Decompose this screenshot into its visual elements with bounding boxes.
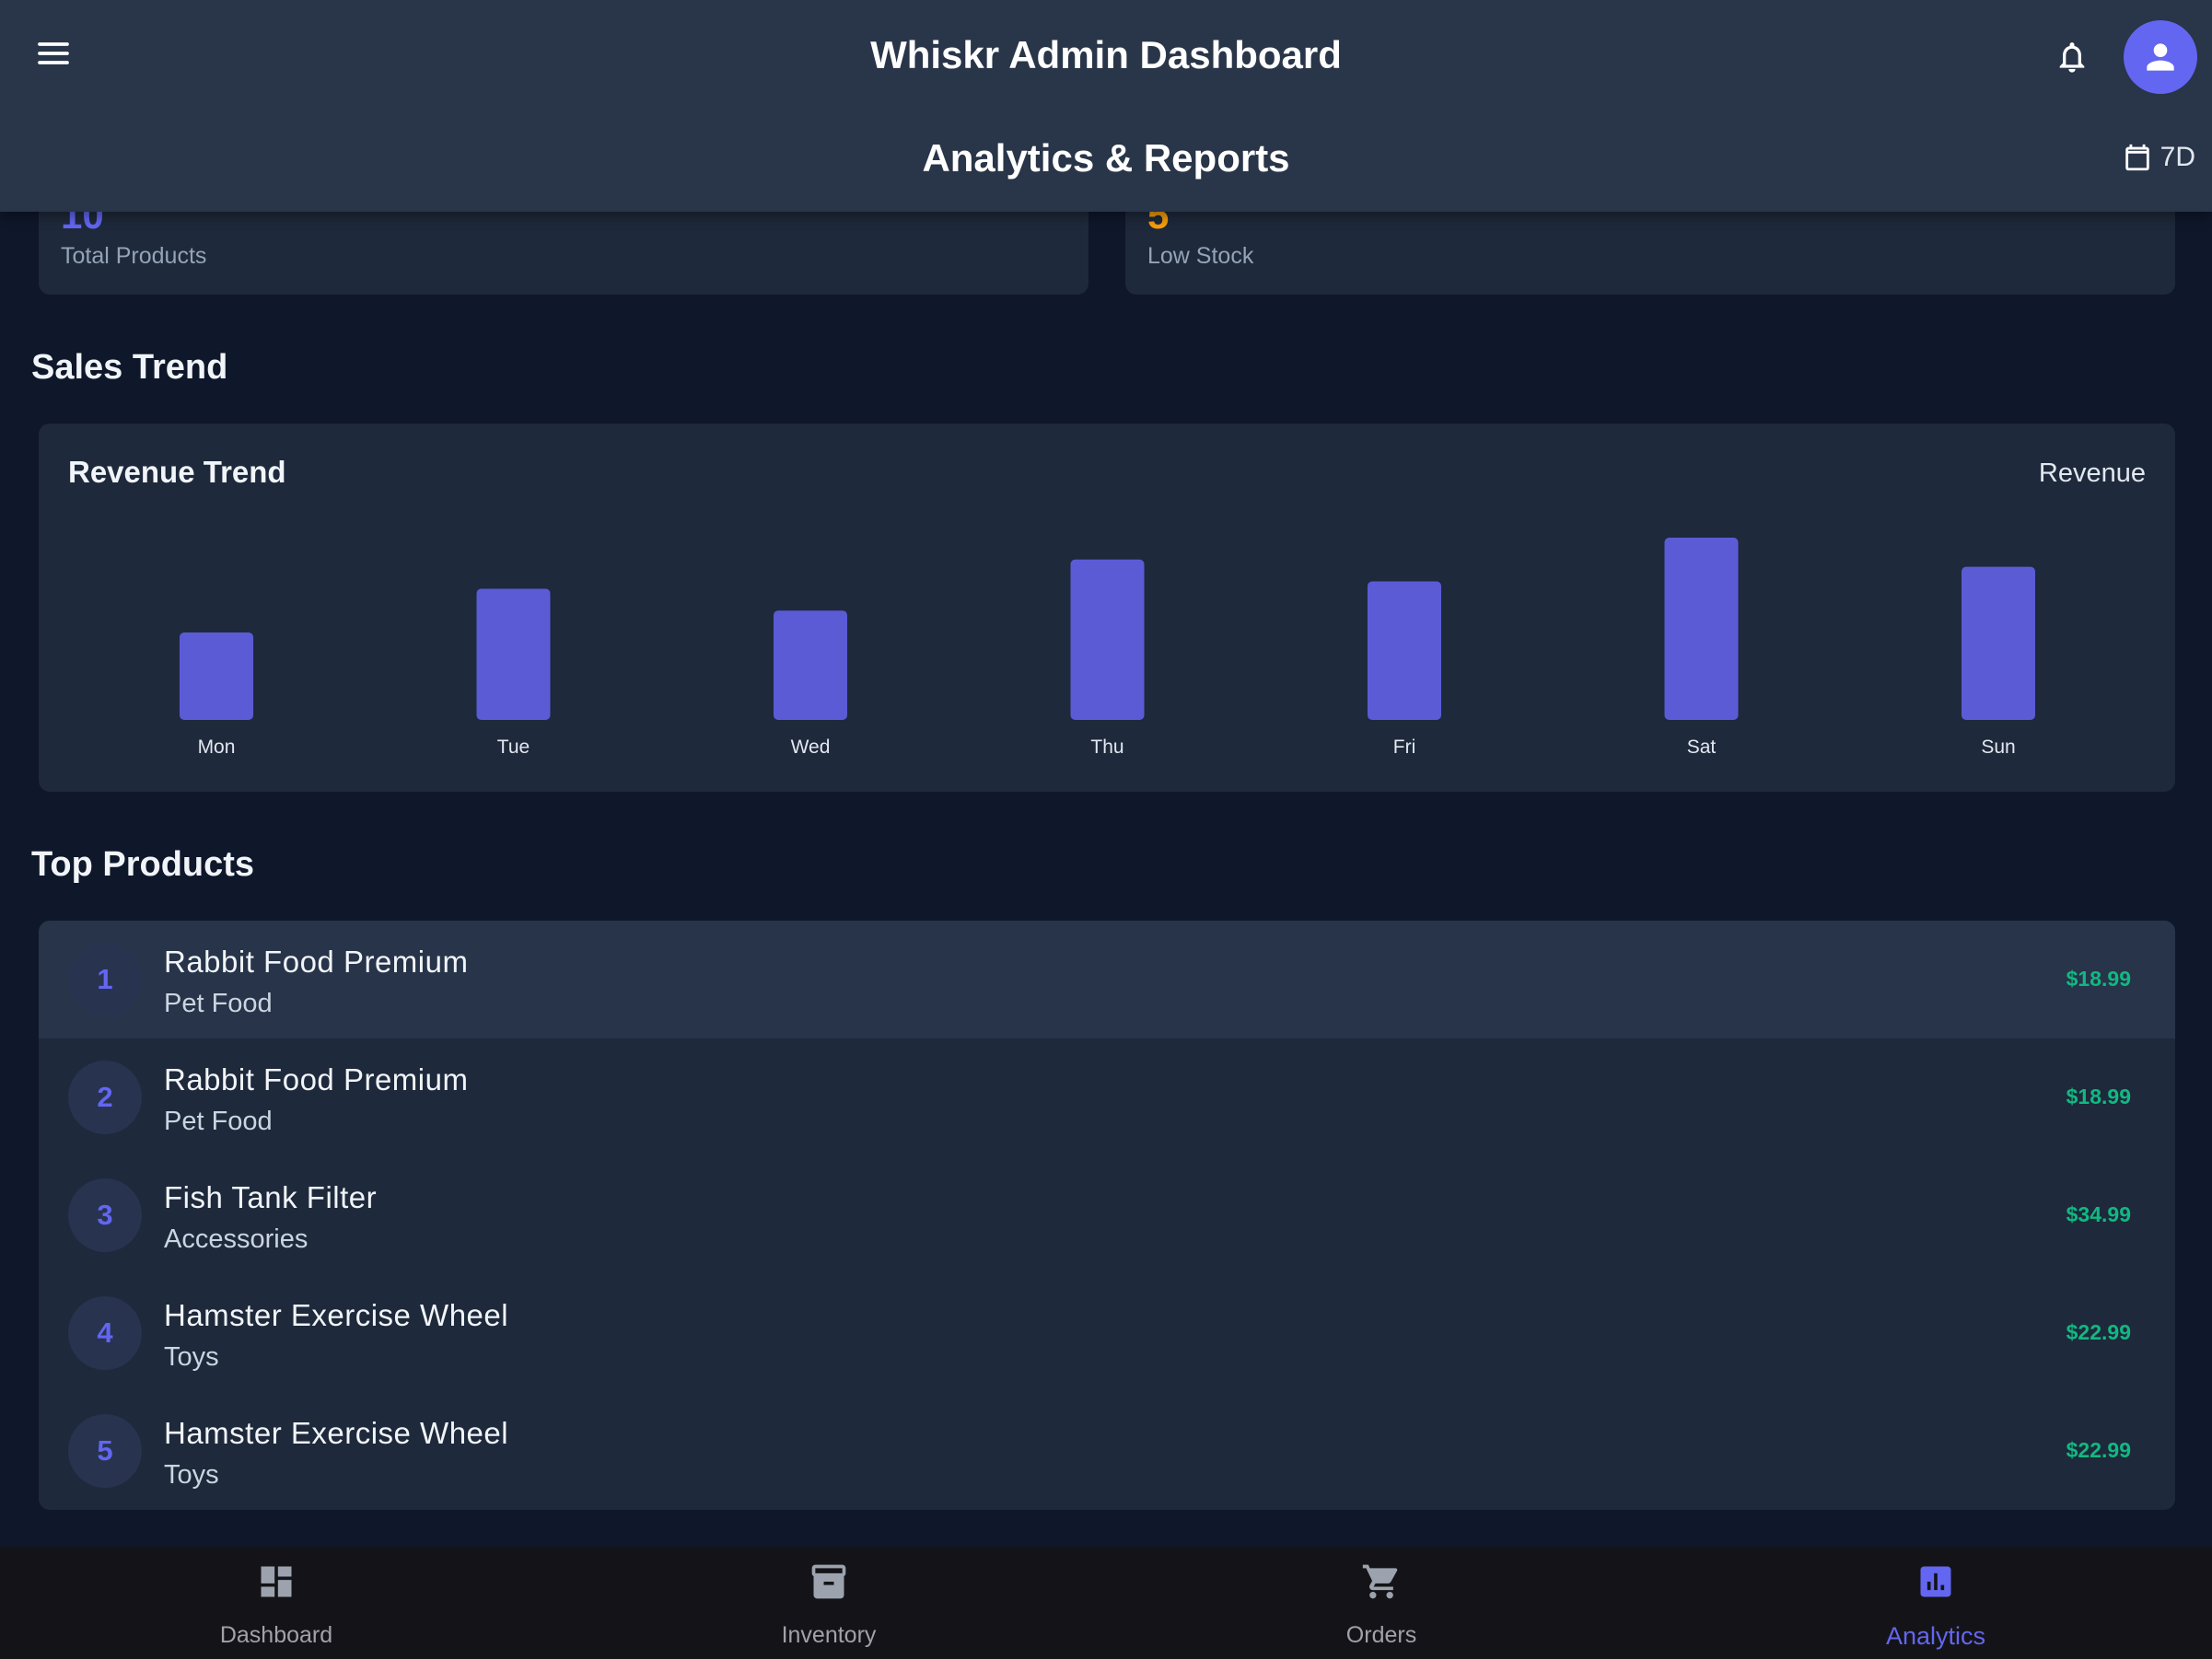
notifications-button[interactable] bbox=[2044, 29, 2100, 85]
stat-label: Total Products bbox=[61, 243, 207, 269]
list-item[interactable]: 2 Rabbit Food Premium Pet Food $18.99 bbox=[39, 1038, 2175, 1156]
app-bar: Whiskr Admin Dashboard Analytics & Repor… bbox=[0, 0, 2212, 212]
dashboard-icon bbox=[261, 1566, 292, 1597]
date-range-button[interactable]: 7D bbox=[2122, 142, 2195, 173]
x-tick-label: Fri bbox=[1393, 737, 1416, 758]
product-category: Pet Food bbox=[164, 989, 273, 1018]
nav-item-analytics[interactable]: Analytics bbox=[1659, 1547, 2212, 1659]
list-item[interactable]: 1 Rabbit Food Premium Pet Food $18.99 bbox=[39, 921, 2175, 1038]
x-tick-label: Wed bbox=[791, 737, 831, 758]
bottom-navigation: Dashboard Inventory Orders Analytics bbox=[0, 1547, 2212, 1659]
product-category: Pet Food bbox=[164, 1107, 273, 1136]
nav-item-dashboard[interactable]: Dashboard bbox=[0, 1547, 553, 1659]
x-tick-label: Sun bbox=[1981, 737, 2015, 758]
rank-badge: 5 bbox=[68, 1414, 142, 1488]
revenue-bar-chart: Mon Tue Wed Thu Fri Sat Sun bbox=[180, 538, 2035, 758]
analytics-icon bbox=[1920, 1566, 1951, 1597]
revenue-chart-card: Revenue Trend Revenue Mon Tue Wed Thu Fri Sat… bbox=[39, 423, 2175, 792]
list-item[interactable]: 3 Fish Tank Filter Accessories $34.99 bbox=[39, 1156, 2175, 1274]
bar-wed bbox=[774, 610, 847, 720]
product-price: $22.99 bbox=[2066, 1438, 2131, 1462]
bar-fri bbox=[1368, 581, 1441, 720]
product-name: Rabbit Food Premium bbox=[164, 945, 469, 979]
top-products-list: 1 Rabbit Food Premium Pet Food $18.99 2 … bbox=[39, 921, 2175, 1510]
nav-item-orders[interactable]: Orders bbox=[1105, 1547, 1658, 1659]
product-category: Accessories bbox=[164, 1224, 309, 1254]
bar-sat bbox=[1664, 538, 1739, 720]
product-name: Fish Tank Filter bbox=[164, 1180, 378, 1214]
app-title: Whiskr Admin Dashboard bbox=[870, 33, 1342, 76]
nav-label: Dashboard bbox=[219, 1622, 333, 1648]
rank-badge: 3 bbox=[68, 1178, 142, 1252]
bar-mon bbox=[180, 632, 253, 720]
bell-icon bbox=[2059, 42, 2085, 73]
nav-label: Analytics bbox=[1885, 1622, 1986, 1650]
bar-thu bbox=[1070, 559, 1145, 720]
sales-trend-heading: Sales Trend bbox=[31, 348, 228, 387]
avatar[interactable] bbox=[2124, 20, 2197, 94]
product-name: Hamster Exercise Wheel bbox=[164, 1416, 509, 1450]
app-root: 10 Total Products 5 Low Stock Whiskr Adm… bbox=[0, 0, 2212, 1659]
rank-badge: 2 bbox=[68, 1061, 142, 1134]
inventory-icon bbox=[811, 1564, 846, 1599]
calendar-icon bbox=[2125, 144, 2149, 171]
stat-label: Low Stock bbox=[1147, 243, 1254, 269]
x-tick-label: Mon bbox=[198, 737, 236, 758]
product-price: $34.99 bbox=[2066, 1202, 2131, 1226]
date-range-label: 7D bbox=[2160, 142, 2195, 172]
page-title: Analytics & Reports bbox=[922, 136, 1290, 180]
product-name: Hamster Exercise Wheel bbox=[164, 1298, 509, 1332]
product-price: $18.99 bbox=[2066, 967, 2131, 991]
rank-badge: 1 bbox=[68, 943, 142, 1016]
product-price: $22.99 bbox=[2066, 1320, 2131, 1344]
rank-badge: 4 bbox=[68, 1296, 142, 1370]
cart-icon bbox=[1362, 1564, 1398, 1599]
list-item[interactable]: 5 Hamster Exercise Wheel Toys $22.99 bbox=[39, 1392, 2175, 1510]
nav-label: Orders bbox=[1345, 1622, 1417, 1648]
x-tick-label: Tue bbox=[497, 737, 530, 758]
product-category: Toys bbox=[164, 1460, 219, 1490]
bar-tue bbox=[476, 588, 551, 720]
product-category: Toys bbox=[164, 1342, 219, 1372]
top-products-heading: Top Products bbox=[31, 845, 255, 884]
nav-item-inventory[interactable]: Inventory bbox=[553, 1547, 1105, 1659]
bar-sun bbox=[1962, 566, 2035, 720]
nav-label: Inventory bbox=[781, 1622, 877, 1648]
x-tick-label: Thu bbox=[1090, 737, 1123, 758]
x-tick-label: Sat bbox=[1687, 737, 1717, 758]
list-item[interactable]: 4 Hamster Exercise Wheel Toys $22.99 bbox=[39, 1274, 2175, 1392]
product-price: $18.99 bbox=[2066, 1085, 2131, 1108]
product-name: Rabbit Food Premium bbox=[164, 1062, 469, 1096]
person-icon bbox=[2147, 43, 2174, 71]
